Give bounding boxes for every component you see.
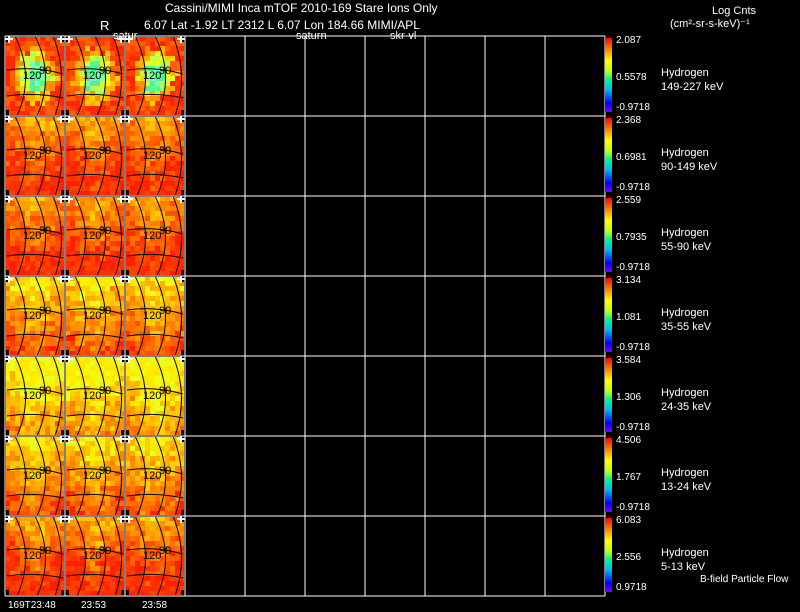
angle-label-outer: 90 [99, 305, 111, 317]
angle-label-outer: 90 [159, 385, 171, 397]
time-label-1: 169T23:48 [8, 600, 56, 611]
species-label: Hydrogen [661, 227, 709, 239]
particle-image: 12090 [5, 356, 65, 435]
colorbar-min-label: -0.9718 [616, 262, 650, 273]
colorbar [605, 358, 612, 432]
angle-label-outer: 90 [99, 65, 111, 77]
time-label-2: 23:53 [81, 600, 107, 611]
saturn-marker-2: saturn [296, 30, 327, 42]
particle-image: 12090 [125, 356, 185, 435]
particle-image: 12090 [5, 36, 65, 115]
angle-label-outer: 90 [39, 225, 51, 237]
angle-label-outer: 90 [159, 145, 171, 157]
particle-image: 12090 [5, 196, 65, 275]
colorbar-max-label: 2.368 [616, 115, 642, 126]
colorbar-mid-label: 0.6981 [616, 152, 647, 163]
colorbar-max-label: 2.559 [616, 195, 642, 206]
colorbar [605, 198, 612, 272]
colorbar-mid-label: 2.556 [616, 552, 642, 563]
particle-image: 12090 [5, 116, 65, 195]
particle-image: 12090 [5, 436, 65, 515]
particle-image: 12090 [65, 356, 125, 435]
angle-label-outer: 90 [39, 65, 51, 77]
colorbar-max-label: 3.134 [616, 275, 642, 286]
angle-label-outer: 90 [39, 385, 51, 397]
colorbar [605, 118, 612, 192]
energy-range-label: 35-55 keV [661, 321, 712, 333]
angle-label-outer: 90 [99, 545, 111, 557]
energy-range-label: 5-13 keV [661, 561, 706, 573]
species-label: Hydrogen [661, 307, 709, 319]
energy-range-label: 24-35 keV [661, 401, 712, 413]
angle-label-outer: 90 [39, 305, 51, 317]
particle-image: 12090 [65, 116, 125, 195]
particle-image: 12090 [65, 436, 125, 515]
species-label: Hydrogen [661, 467, 709, 479]
colorbar [605, 38, 612, 112]
colorbar-min-label: -0.9718 [616, 422, 650, 433]
energy-range-label: 149-227 keV [661, 81, 724, 93]
colorbar-min-label: -0.9718 [616, 342, 650, 353]
angle-label-outer: 90 [39, 545, 51, 557]
angle-label-outer: 90 [159, 305, 171, 317]
angle-label-outer: 90 [39, 465, 51, 477]
units-title: Log Cnts [712, 5, 757, 17]
saturn-marker-1: satur [113, 30, 138, 42]
angle-label-outer: 90 [159, 545, 171, 557]
particle-image: 12090 [125, 436, 185, 515]
particle-image: 12090 [65, 36, 125, 115]
angle-label-outer: 90 [99, 465, 111, 477]
colorbar-mid-label: 1.306 [616, 392, 642, 403]
particle-image: 12090 [125, 516, 185, 595]
colorbar [605, 278, 612, 352]
angle-label-outer: 90 [99, 145, 111, 157]
colorbar-max-label: 3.584 [616, 355, 642, 366]
species-label: Hydrogen [661, 547, 709, 559]
colorbar-max-label: 2.087 [616, 35, 642, 46]
colorbar-mid-label: 0.7935 [616, 232, 647, 243]
angle-label-outer: 90 [99, 385, 111, 397]
particle-image: 12090 [125, 276, 185, 355]
particle-image: 12090 [65, 196, 125, 275]
position-info: 6.07 Lat -1.92 LT 2312 L 6.07 Lon 184.66… [144, 18, 420, 32]
colorbar-min-label: 0.9718 [616, 582, 647, 593]
angle-label-outer: 90 [159, 65, 171, 77]
particle-image: 12090 [125, 36, 185, 115]
colorbar-min-label: -0.9718 [616, 502, 650, 513]
particle-image: 12090 [65, 276, 125, 355]
plot-title: Cassini/MIMI Inca mTOF 2010-169 Stare Io… [165, 1, 438, 15]
particle-image: 12090 [65, 516, 125, 595]
particle-image: 12090 [5, 516, 65, 595]
species-label: Hydrogen [661, 147, 709, 159]
colorbar-mid-label: 1.767 [616, 472, 642, 483]
angle-label-outer: 90 [39, 145, 51, 157]
colorbar [605, 438, 612, 512]
footer-note: B-field Particle Flow [700, 574, 789, 585]
particle-image: 12090 [125, 196, 185, 275]
energy-range-label: 55-90 keV [661, 241, 712, 253]
energy-range-label: 13-24 keV [661, 481, 712, 493]
skr-marker: skr-vl [390, 30, 417, 42]
species-label: Hydrogen [661, 67, 709, 79]
species-label: Hydrogen [661, 387, 709, 399]
colorbar-min-label: -0.9718 [616, 102, 650, 113]
time-label-3: 23:58 [142, 600, 168, 611]
angle-label-outer: 90 [159, 225, 171, 237]
colorbar-mid-label: 0.5578 [616, 72, 647, 83]
colorbar [605, 518, 612, 592]
colorbar-max-label: 4.506 [616, 435, 642, 446]
angle-label-outer: 90 [159, 465, 171, 477]
particle-image: 12090 [5, 276, 65, 355]
energy-range-label: 90-149 keV [661, 161, 718, 173]
angle-label-outer: 90 [99, 225, 111, 237]
particle-image: 12090 [125, 116, 185, 195]
colorbar-min-label: -0.9718 [616, 182, 650, 193]
colorbar-max-label: 6.083 [616, 515, 642, 526]
units-label: (cm²-sr-s-keV)⁻¹ [670, 18, 750, 30]
r-label: R [100, 18, 110, 33]
colorbar-mid-label: 1.081 [616, 312, 642, 323]
